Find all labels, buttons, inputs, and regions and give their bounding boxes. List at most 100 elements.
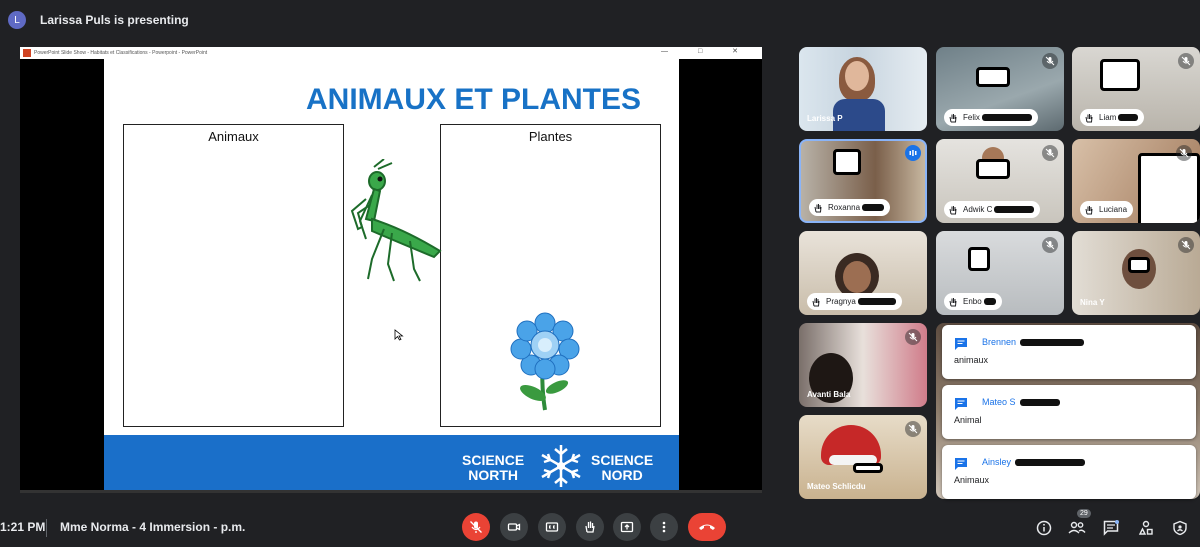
redaction-bar (1015, 459, 1086, 467)
chat-message-toast[interactable]: Brennen animaux (942, 325, 1196, 379)
more-options-button[interactable] (650, 513, 678, 541)
chat-sender-name: Mateo S (982, 397, 1016, 407)
flower-image (510, 312, 580, 411)
participant-name: Larissa P (807, 114, 843, 123)
speaking-indicator-icon (905, 145, 921, 161)
participant-name-pill: Enbo (944, 293, 1002, 310)
activities-button[interactable] (1136, 518, 1156, 538)
redaction-box (1138, 153, 1200, 223)
powerpoint-icon (23, 49, 31, 57)
mic-toggle-button[interactable] (462, 513, 490, 541)
redaction-box (1100, 59, 1140, 91)
chat-message: Animal (954, 415, 982, 425)
participant-tile[interactable]: Avanti Bala (799, 323, 927, 407)
present-now-button[interactable] (613, 513, 641, 541)
meeting-name: Mme Norma - 4 Immersion - p.m. (60, 520, 246, 534)
chat-sender-name: Brennen (982, 337, 1017, 347)
chat-sender: Brennen (982, 337, 1085, 347)
clock: 1:21 PM (0, 520, 46, 534)
brand-right: SCIENCE NORD (591, 453, 653, 483)
mic-off-icon (1178, 237, 1194, 253)
chat-icon (955, 398, 967, 410)
participant-name: Felix (963, 113, 980, 122)
activities-icon (1138, 520, 1153, 535)
raised-hand-icon (949, 113, 957, 122)
participant-name: Mateo Schlicdu (807, 482, 866, 491)
chat-message: animaux (954, 355, 989, 365)
info-icon (1036, 520, 1052, 536)
participant-count-badge: 29 (1077, 509, 1091, 518)
slide-footer: SCIENCE NORTH SCIENCE NORD (104, 435, 679, 491)
participant-tile[interactable]: Liam (1072, 47, 1200, 131)
brand-left-line1: SCIENCE (462, 452, 525, 468)
ppt-window-title: PowerPoint Slide Show - Habitats et Clas… (34, 50, 208, 56)
participant-name: Luciana (1099, 205, 1128, 214)
redaction-box (1128, 257, 1150, 273)
mantis-image (350, 159, 442, 282)
participant-tile[interactable]: Luciana (1072, 139, 1200, 223)
window-controls: — □ ✕ (661, 48, 752, 55)
ppt-window-titlebar: PowerPoint Slide Show - Habitats et Clas… (20, 47, 762, 59)
mic-off-icon (1178, 53, 1194, 69)
participant-tile-active[interactable]: Roxanna (799, 139, 927, 223)
chat-button[interactable] (1101, 518, 1121, 538)
redaction-box (976, 67, 1010, 87)
hand-icon (585, 521, 595, 533)
raise-hand-button[interactable] (576, 513, 604, 541)
participant-tile[interactable]: Mateo Schlicdu (799, 415, 927, 499)
science-north-logo (541, 445, 581, 487)
animals-box: Animaux (123, 124, 344, 427)
participant-video (843, 261, 871, 293)
mic-off-icon (905, 421, 921, 437)
participant-name: Nina Y (1080, 298, 1105, 307)
brand-right-line2: NORD (601, 467, 643, 483)
people-button[interactable] (1067, 518, 1087, 538)
meet-window: L Larissa Puls is presenting PowerPoint … (0, 0, 1200, 547)
chat-sender: Mateo S (982, 397, 1060, 407)
mouse-cursor-icon (394, 329, 404, 341)
redaction-bar (857, 298, 896, 305)
plants-label: Plantes (528, 129, 573, 144)
redaction-bar (1020, 339, 1085, 347)
participant-tile[interactable]: Adwik C (936, 139, 1064, 223)
presenting-label: Larissa Puls is presenting (40, 13, 189, 27)
camera-icon (507, 523, 521, 531)
mic-off-icon (1042, 237, 1058, 253)
participant-tile[interactable]: Larissa P (799, 47, 927, 131)
participant-tile[interactable]: Enbo (936, 231, 1064, 315)
participant-name: Enbo (963, 297, 982, 306)
chat-sender-name: Ainsley (982, 457, 1012, 467)
redaction-box (853, 463, 883, 473)
redaction-bar (1118, 114, 1139, 121)
presentation-screen[interactable]: PowerPoint Slide Show - Habitats et Clas… (20, 47, 762, 493)
chat-message-toast[interactable]: Mateo S Animal (942, 385, 1196, 439)
participant-name-pill: Pragnya (807, 293, 902, 310)
leave-call-button[interactable] (688, 513, 726, 541)
animals-label: Animaux (208, 129, 259, 144)
raised-hand-icon (949, 205, 957, 214)
participant-tile[interactable]: Pragnya (799, 231, 927, 315)
participant-tile[interactable]: Felix (936, 47, 1064, 131)
slide: ANIMAUX ET PLANTES Animaux Plantes SCIEN… (104, 59, 679, 491)
participant-name: Avanti Bala (807, 390, 851, 399)
redaction-bar (862, 204, 885, 211)
mic-off-icon (1176, 145, 1192, 161)
redaction-bar (981, 114, 1032, 121)
participant-name: Adwik C (963, 205, 993, 214)
meeting-details-button[interactable] (1034, 518, 1054, 538)
host-controls-button[interactable] (1170, 518, 1190, 538)
camera-toggle-button[interactable] (500, 513, 528, 541)
participant-name-pill: Adwik C (944, 201, 1041, 218)
hang-up-icon (699, 524, 715, 530)
participant-tile[interactable]: Nina Y (1072, 231, 1200, 315)
participant-name-pill: Luciana (1080, 201, 1134, 218)
raised-hand-icon (814, 203, 822, 212)
chat-message-toast[interactable]: Ainsley Animaux (942, 445, 1196, 499)
participant-name: Liam (1099, 113, 1117, 122)
participant-name-pill: Felix (944, 109, 1038, 126)
participant-name-pill: Roxanna (809, 199, 891, 216)
ppt-status-bar (20, 490, 762, 493)
captions-button[interactable] (538, 513, 566, 541)
chat-icon (955, 338, 967, 350)
raised-hand-icon (1085, 113, 1093, 122)
